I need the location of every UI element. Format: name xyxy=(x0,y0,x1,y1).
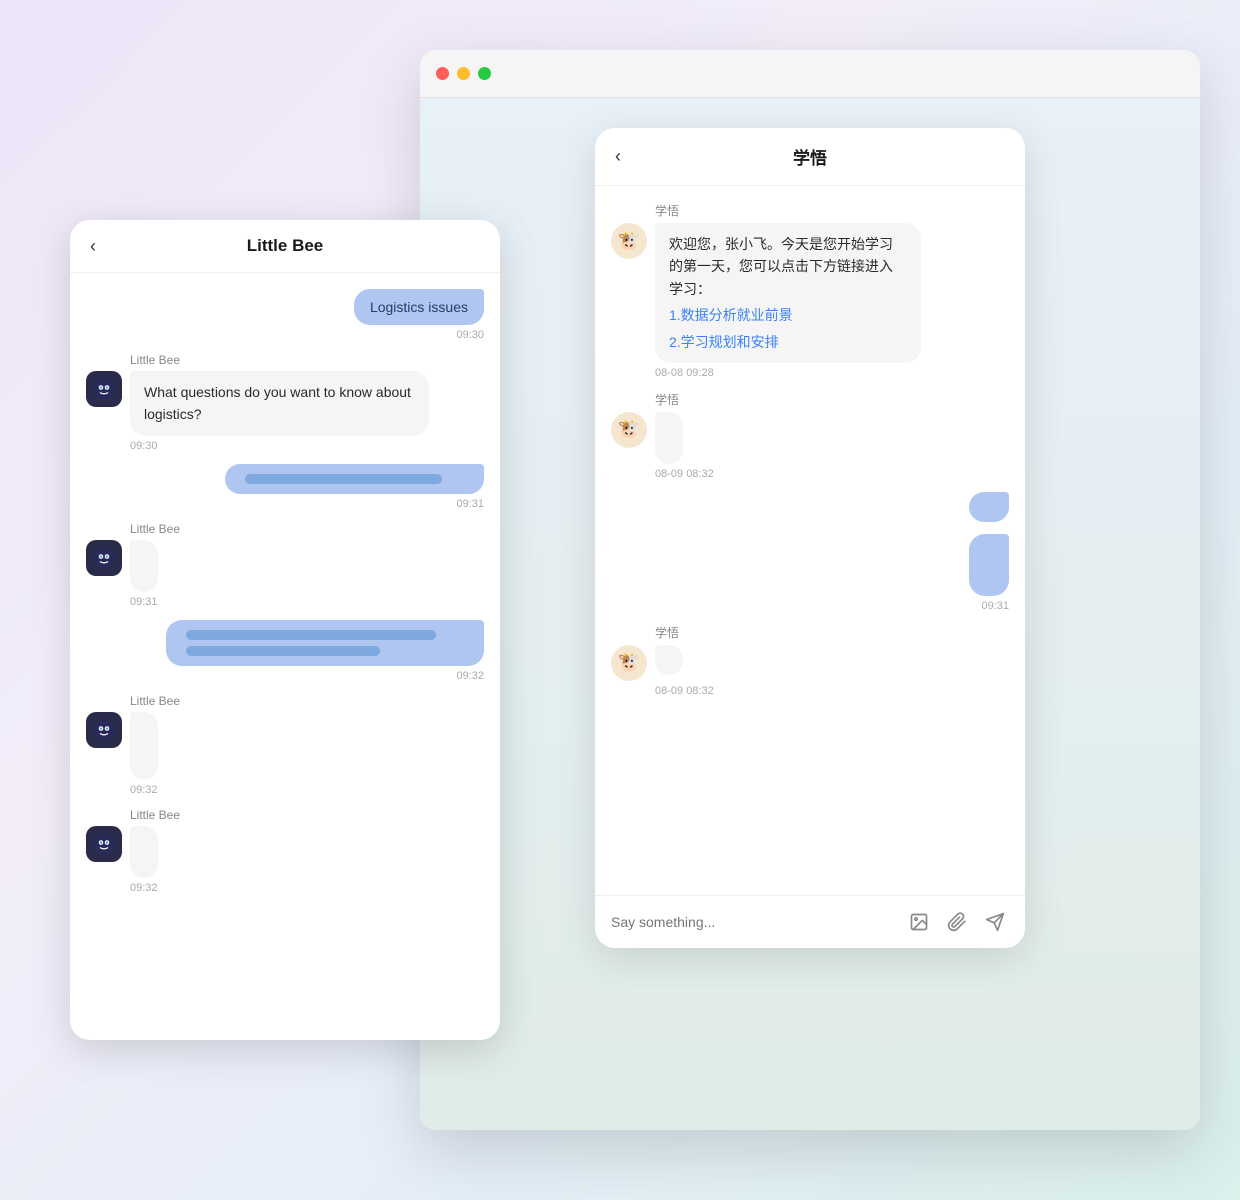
xuewu-messages: 学悟 🐮 欢迎您，张小飞。今天是您开始学习的第一天，您可以点击下方链接进入学习：… xyxy=(595,186,1025,895)
user-message-3 xyxy=(611,492,1009,522)
bot-time-3: 09:32 xyxy=(130,784,158,796)
logistics-time: 09:30 xyxy=(456,329,484,341)
user-bubble-4 xyxy=(969,534,1009,596)
link-data-analysis[interactable]: 1.数据分析就业前景 xyxy=(669,304,907,326)
littlebee-skeleton-bubble-4 xyxy=(130,826,158,878)
phone-littlebee: ‹ Little Bee Logistics issues 09:30 Litt… xyxy=(70,220,500,1040)
send-icon[interactable] xyxy=(981,908,1009,936)
browser-content: ‹ 学悟 学悟 🐮 欢迎您，张小飞。今天是您开始学习的第一天，您可以点击下方链接… xyxy=(420,98,1200,1130)
bot-name-label: 学悟 xyxy=(655,202,679,219)
bot-msg-1: Little Bee What questions do you want to… xyxy=(86,353,484,452)
user-skeleton-bubble-2 xyxy=(166,620,484,666)
browser-window: ‹ 学悟 学悟 🐮 欢迎您，张小飞。今天是您开始学习的第一天，您可以点击下方链接… xyxy=(420,50,1200,1130)
littlebee-avatar-1 xyxy=(86,371,122,407)
minimize-button-traffic[interactable] xyxy=(457,67,470,80)
user-message-4: 09:31 xyxy=(611,534,1009,612)
user-msg-logistics: Logistics issues 09:30 xyxy=(86,289,484,341)
link-study-plan[interactable]: 2.学习规划和安排 xyxy=(669,331,907,353)
user-msg-skeleton-2: 09:32 xyxy=(86,620,484,682)
user-skeleton-time-1: 09:31 xyxy=(456,498,484,510)
bot-name-label-5: 学悟 xyxy=(655,624,679,641)
bot-message-1: 学悟 🐮 欢迎您，张小飞。今天是您开始学习的第一天，您可以点击下方链接进入学习：… xyxy=(611,202,1009,379)
fullscreen-button-traffic[interactable] xyxy=(478,67,491,80)
littlebee-header: ‹ Little Bee xyxy=(70,220,500,273)
logistics-bubble: Logistics issues xyxy=(354,289,484,325)
msg-time-1: 08-08 09:28 xyxy=(655,367,714,379)
image-icon[interactable] xyxy=(905,908,933,936)
bot-msg-skeleton-3: Little Bee xyxy=(86,694,484,796)
logistics-text: Logistics issues xyxy=(370,299,468,315)
bot-name-label-2: 学悟 xyxy=(655,391,679,408)
littlebee-skeleton-bubble-2 xyxy=(130,540,158,592)
xuewu-header: ‹ 学悟 xyxy=(595,128,1025,186)
paperclip-icon[interactable] xyxy=(943,908,971,936)
xuewu-title: 学悟 xyxy=(793,144,827,169)
xuewu-avatar-5: 🐮 xyxy=(611,645,647,681)
xuewu-chat-input[interactable] xyxy=(611,914,895,930)
littlebee-skeleton-bubble-3 xyxy=(130,712,158,780)
littlebee-bubble-1: What questions do you want to know about… xyxy=(130,371,429,436)
littlebee-title: Little Bee xyxy=(247,236,324,256)
xuewu-bubble-2 xyxy=(655,412,683,464)
msg-time-2: 08-09 08:32 xyxy=(655,468,714,480)
browser-titlebar xyxy=(420,50,1200,98)
xuewu-back-button[interactable]: ‹ xyxy=(615,146,621,167)
littlebee-bot-name-3: Little Bee xyxy=(130,694,180,708)
bot-time-1: 09:30 xyxy=(130,440,158,452)
traffic-lights xyxy=(436,67,491,80)
littlebee-avatar-4 xyxy=(86,826,122,862)
littlebee-bot-name-1: Little Bee xyxy=(130,353,180,367)
user-skeleton-bubble-1 xyxy=(225,464,484,494)
bot-msg-skeleton-2: Little Bee 09:31 xyxy=(86,522,484,608)
bot-time-2: 09:31 xyxy=(130,596,158,608)
msg-time-5: 08-09 08:32 xyxy=(655,685,714,697)
phone-xuewu: ‹ 学悟 学悟 🐮 欢迎您，张小飞。今天是您开始学习的第一天，您可以点击下方链接… xyxy=(595,128,1025,948)
littlebee-avatar-3 xyxy=(86,712,122,748)
user-bubble-3 xyxy=(969,492,1009,522)
xuewu-avatar-2: 🐮 xyxy=(611,412,647,448)
bot-time-4: 09:32 xyxy=(130,882,158,894)
littlebee-bot-name-4: Little Bee xyxy=(130,808,180,822)
xuewu-bubble-1: 欢迎您，张小飞。今天是您开始学习的第一天，您可以点击下方链接进入学习： 1.数据… xyxy=(655,223,921,363)
xuewu-bubble-5 xyxy=(655,645,683,675)
bot-msg-skeleton-4: Little Bee 09:32 xyxy=(86,808,484,894)
msg-time-4: 09:31 xyxy=(981,600,1009,612)
littlebee-avatar-2 xyxy=(86,540,122,576)
xuewu-avatar: 🐮 xyxy=(611,223,647,259)
user-msg-skeleton-1: 09:31 xyxy=(86,464,484,510)
close-button-traffic[interactable] xyxy=(436,67,449,80)
bot-message-5: 学悟 🐮 08-09 08:32 xyxy=(611,624,1009,697)
littlebee-messages: Logistics issues 09:30 Little Bee xyxy=(70,273,500,1040)
littlebee-bot-name-2: Little Bee xyxy=(130,522,180,536)
littlebee-back-button[interactable]: ‹ xyxy=(90,236,96,257)
bot-message-2: 学悟 🐮 08-09 08:32 xyxy=(611,391,1009,480)
user-skeleton-time-2: 09:32 xyxy=(456,670,484,682)
xuewu-input-bar xyxy=(595,895,1025,948)
littlebee-text-1: What questions do you want to know about… xyxy=(144,384,411,422)
